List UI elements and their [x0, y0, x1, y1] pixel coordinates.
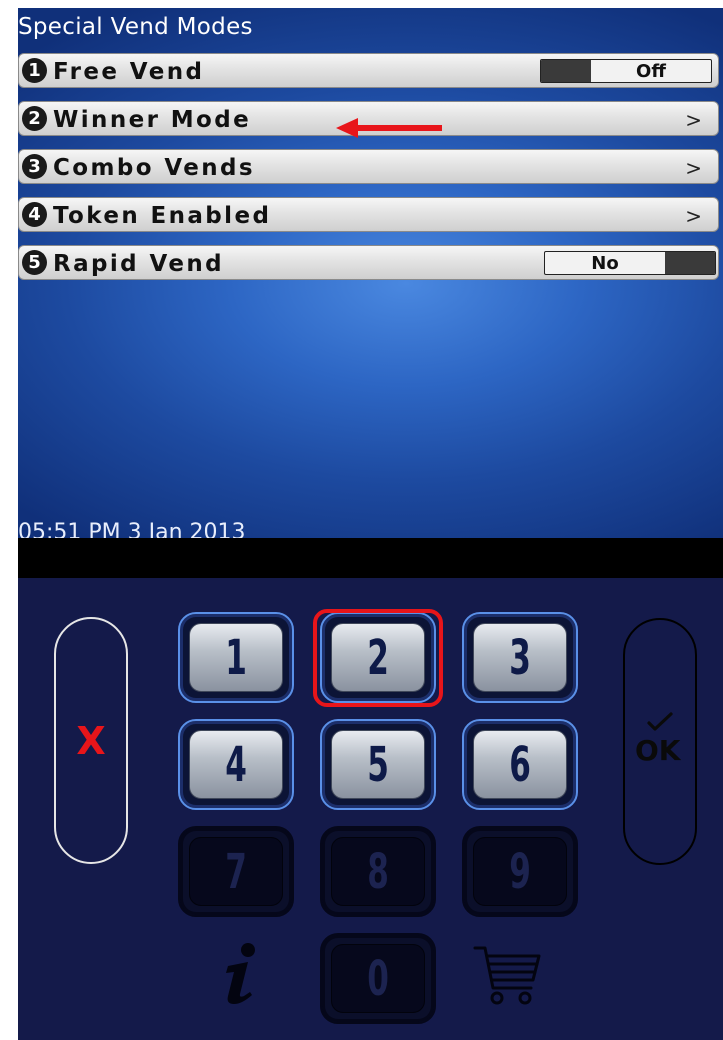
- menu-item-number: 1: [22, 58, 47, 83]
- annotation-arrow-icon: [336, 118, 442, 138]
- key-face: 5: [331, 730, 425, 799]
- keypad-key-5[interactable]: 5: [320, 719, 436, 810]
- menu-item-label: Combo Vends: [53, 155, 255, 181]
- keypad-key-7[interactable]: 7: [178, 826, 294, 917]
- keypad-key-4[interactable]: 4: [178, 719, 294, 810]
- rapid-vend-toggle[interactable]: No: [544, 251, 716, 275]
- vending-machine-display: Special Vend Modes 1 Free Vend Off 2 Win…: [18, 0, 723, 1040]
- menu-item-label: Winner Mode: [53, 107, 252, 133]
- highlight-annotation: [313, 609, 443, 707]
- menu-item-number: 3: [22, 154, 47, 179]
- keypad-key-9[interactable]: 9: [462, 826, 578, 917]
- keypad-key-1[interactable]: 1: [178, 612, 294, 703]
- key-face: 7: [189, 837, 283, 906]
- shopping-cart-icon[interactable]: [473, 944, 543, 1008]
- menu-item-label: Rapid Vend: [53, 251, 225, 277]
- cancel-x-icon: X: [76, 718, 106, 763]
- key-digit: 4: [225, 736, 247, 793]
- menu-item-token-enabled[interactable]: 4 Token Enabled >: [18, 197, 719, 232]
- screen-title: Special Vend Modes: [18, 14, 253, 40]
- chevron-right-icon: >: [685, 108, 702, 132]
- menu-item-label: Free Vend: [53, 59, 205, 85]
- menu-item-number: 5: [22, 250, 47, 275]
- key-digit: 7: [225, 843, 247, 900]
- panel-divider: [18, 538, 723, 578]
- keypad-key-3[interactable]: 3: [462, 612, 578, 703]
- key-digit: 0: [367, 950, 389, 1007]
- menu-item-label: Token Enabled: [53, 203, 272, 229]
- ok-button[interactable]: OK: [623, 618, 697, 865]
- key-face: 9: [473, 837, 567, 906]
- key-face: 6: [473, 730, 567, 799]
- key-face: 3: [473, 623, 567, 692]
- menu-item-number: 2: [22, 106, 47, 131]
- toggle-knob: [665, 252, 715, 274]
- keypad-key-6[interactable]: 6: [462, 719, 578, 810]
- toggle-value: Off: [636, 60, 666, 82]
- key-face: 1: [189, 623, 283, 692]
- ok-label: OK: [635, 733, 681, 767]
- chevron-right-icon: >: [685, 156, 702, 180]
- key-digit: 5: [367, 736, 389, 793]
- chevron-right-icon: >: [685, 204, 702, 228]
- menu-item-combo-vends[interactable]: 3 Combo Vends >: [18, 149, 719, 184]
- info-icon[interactable]: [214, 942, 266, 1006]
- menu-item-free-vend[interactable]: 1 Free Vend Off: [18, 53, 719, 88]
- cancel-button[interactable]: X: [54, 617, 128, 864]
- key-digit: 9: [509, 843, 531, 900]
- menu-item-number: 4: [22, 202, 47, 227]
- key-digit: 3: [509, 629, 531, 686]
- free-vend-toggle[interactable]: Off: [540, 59, 712, 83]
- menu-item-rapid-vend[interactable]: 5 Rapid Vend No: [18, 245, 719, 280]
- keypad-key-8[interactable]: 8: [320, 826, 436, 917]
- key-digit: 6: [509, 736, 531, 793]
- key-face: 4: [189, 730, 283, 799]
- key-digit: 8: [367, 843, 389, 900]
- key-digit: 1: [225, 629, 247, 686]
- ok-button-content: OK: [635, 711, 685, 772]
- toggle-value: No: [591, 252, 619, 274]
- keypad-key-0[interactable]: 0: [320, 933, 436, 1024]
- key-face: 0: [331, 944, 425, 1013]
- key-face: 8: [331, 837, 425, 906]
- display-screen: Special Vend Modes 1 Free Vend Off 2 Win…: [18, 8, 723, 538]
- ok-check-icon: [647, 711, 673, 731]
- toggle-knob: [541, 60, 591, 82]
- datetime-display: 05:51 PM 3 Jan 2013: [18, 520, 246, 538]
